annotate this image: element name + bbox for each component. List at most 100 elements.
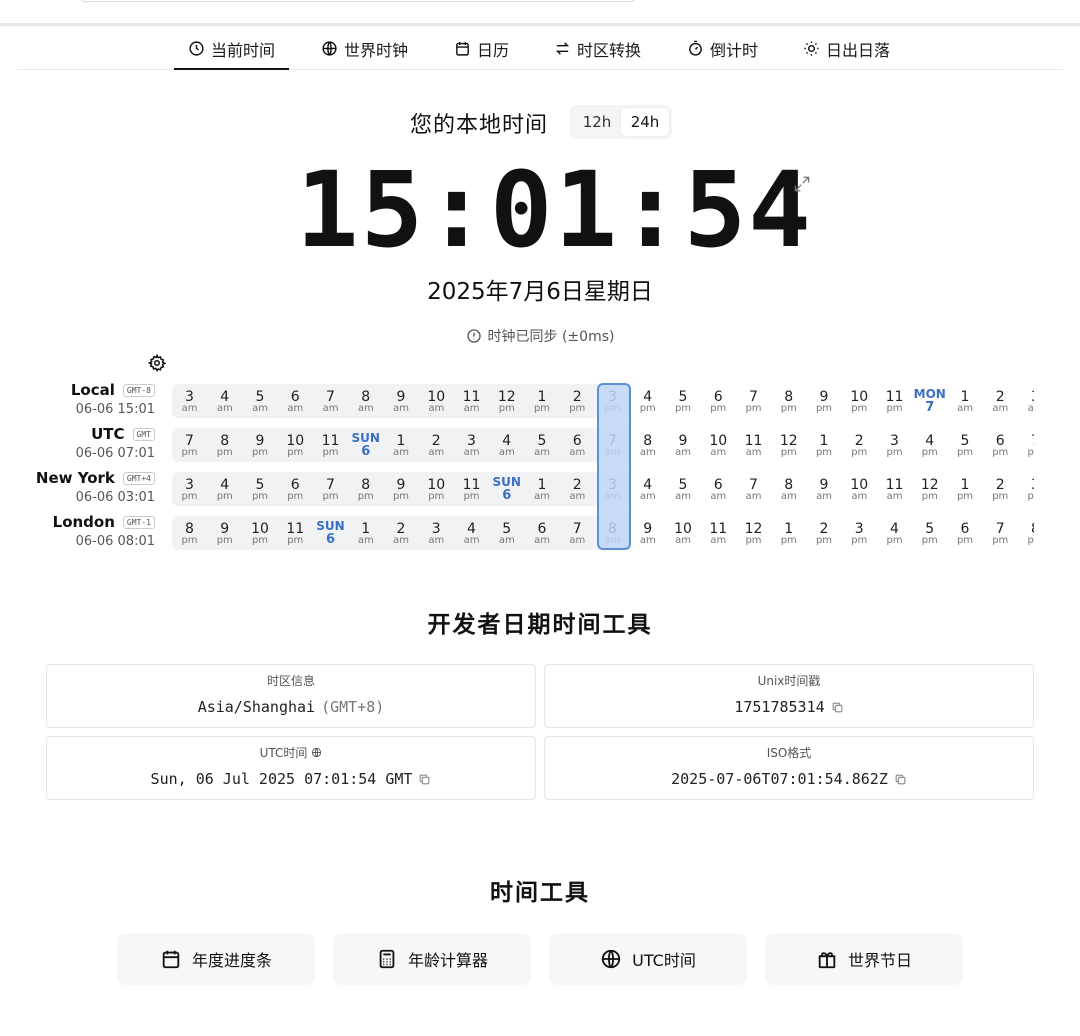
hour-cell[interactable]: 5 am [489,516,524,550]
hour-cell[interactable]: 6 am [278,384,313,418]
hour-cell[interactable]: 3pm [842,516,877,550]
age-calculator-button[interactable]: 年龄计算器 [333,933,531,985]
hour-cell[interactable]: 6 pm [701,384,736,418]
hour-cell[interactable]: 10 pm [278,428,313,462]
hour-cell[interactable]: 5 am [525,428,560,462]
gear-icon[interactable] [148,354,166,372]
day-marker-cell[interactable]: SUN 6 [348,428,383,462]
search-bar[interactable] [78,0,638,2]
day-marker-cell[interactable]: SUN 6 [489,472,524,506]
hour-cell[interactable]: 7pm [736,384,771,418]
hour-cell[interactable]: 3am [419,516,454,550]
hour-cell[interactable]: 2 pm [807,516,842,550]
hour-cell[interactable]: 8 am [595,516,630,550]
hour-cell[interactable]: 2 am [419,428,454,462]
hour-cell[interactable]: 10 am [842,472,877,506]
hour-cell[interactable]: 3pm [595,384,630,418]
hour-cell[interactable]: 10 am [419,384,454,418]
hour-cell[interactable]: 2 am [983,384,1018,418]
hour-cell[interactable]: 7 am [595,428,630,462]
hour-cell[interactable]: 1 am [525,472,560,506]
fullscreen-icon[interactable] [792,174,812,194]
hour-cell[interactable]: 1 am [348,516,383,550]
world-holidays-button[interactable]: 世界节日 [765,933,963,985]
hour-cell[interactable]: 11 pm [454,472,489,506]
utc-time-button[interactable]: UTC时间 [549,933,747,985]
hour-cell[interactable]: 8pm [172,516,207,550]
hour-cell[interactable]: 4 am [454,516,489,550]
hour-cell[interactable]: 7 am [313,384,348,418]
hour-cell[interactable]: 4 pm [912,428,947,462]
hour-cell[interactable]: 10 am [701,428,736,462]
hour-cell[interactable]: 3am [595,472,630,506]
hour-cell[interactable]: 11 am [877,472,912,506]
hour-cell[interactable]: 11 pm [278,516,313,550]
hour-cell[interactable]: 7pm [983,516,1018,550]
hour-cell[interactable]: 1 am [948,384,983,418]
hour-cell[interactable]: 2 am [560,472,595,506]
hour-cell[interactable]: 8pm [348,472,383,506]
day-marker-cell[interactable]: MON 7 [912,384,947,418]
hour-cell[interactable]: 1 pm [525,384,560,418]
hour-cell[interactable]: 9 pm [384,472,419,506]
hour-cell[interactable]: 7 am [560,516,595,550]
tab-world-clock[interactable]: 世界时钟 [321,28,408,69]
hour-cell[interactable]: 7pm [1018,428,1034,462]
hour-cell[interactable]: 5 pm [948,428,983,462]
hour-cell[interactable]: 6 pm [948,516,983,550]
hour-cell[interactable]: 3am [1018,384,1034,418]
hour-cell[interactable]: 11 am [454,384,489,418]
format-24h-button[interactable]: 24h [621,108,669,136]
hour-cell[interactable]: 2 am [384,516,419,550]
copy-icon[interactable] [894,773,907,786]
hour-cell[interactable]: 10 pm [842,384,877,418]
day-marker-cell[interactable]: SUN 6 [313,516,348,550]
hour-cell[interactable]: 9 pm [807,384,842,418]
hour-cell[interactable]: 10 pm [419,472,454,506]
year-progress-button[interactable]: 年度进度条 [117,933,315,985]
hour-cell[interactable]: 11 pm [877,384,912,418]
hour-cell[interactable]: 5 am [666,472,701,506]
hour-cell[interactable]: 6 pm [278,472,313,506]
hour-cell[interactable]: 6 am [525,516,560,550]
copy-icon[interactable] [831,701,844,714]
hour-cell[interactable]: 5 pm [912,516,947,550]
hour-cell[interactable]: 5 pm [243,472,278,506]
hour-cell[interactable]: 4 pm [630,384,665,418]
hour-cell[interactable]: 6 am [560,428,595,462]
hour-cell[interactable]: 6 pm [983,428,1018,462]
hour-cell[interactable]: 5 pm [666,384,701,418]
tab-calendar[interactable]: 日历 [454,28,509,69]
hour-cell[interactable]: 7pm [313,472,348,506]
hour-cell[interactable]: 8 am [630,428,665,462]
hour-cell[interactable]: 9 am [666,428,701,462]
hour-cell[interactable]: 2 pm [983,472,1018,506]
hour-cell[interactable]: 3pm [172,472,207,506]
hour-cell[interactable]: 7pm [172,428,207,462]
hour-cell[interactable]: 12 pm [736,516,771,550]
tab-sunrise-sunset[interactable]: 日出日落 [803,28,890,69]
hour-cell[interactable]: 5 am [243,384,278,418]
hour-cell[interactable]: 9 am [384,384,419,418]
hour-cell[interactable]: 11 am [701,516,736,550]
hour-cell[interactable]: 4 am [489,428,524,462]
hour-cell[interactable]: 9 pm [207,516,242,550]
tab-countdown[interactable]: 倒计时 [687,28,758,69]
hour-cell[interactable]: 3am [454,428,489,462]
hour-cell[interactable]: 3pm [1018,472,1034,506]
hour-cell[interactable]: 12 pm [771,428,806,462]
hour-cell[interactable]: 11 pm [313,428,348,462]
hour-cell[interactable]: 12 pm [912,472,947,506]
hour-cell[interactable]: 3am [172,384,207,418]
hour-cell[interactable]: 2 pm [560,384,595,418]
tab-current-time[interactable]: 当前时间 [173,28,290,70]
format-12h-button[interactable]: 12h [573,108,621,136]
hour-cell[interactable]: 8 am [348,384,383,418]
hour-cell[interactable]: 1 pm [771,516,806,550]
hour-cell[interactable]: 6 am [701,472,736,506]
hour-cell[interactable]: 7 am [736,472,771,506]
hour-cell[interactable]: 1 pm [948,472,983,506]
tab-timezone-converter[interactable]: 时区转换 [554,28,641,69]
hour-cell[interactable]: 2 pm [842,428,877,462]
hour-cell[interactable]: 3pm [877,428,912,462]
